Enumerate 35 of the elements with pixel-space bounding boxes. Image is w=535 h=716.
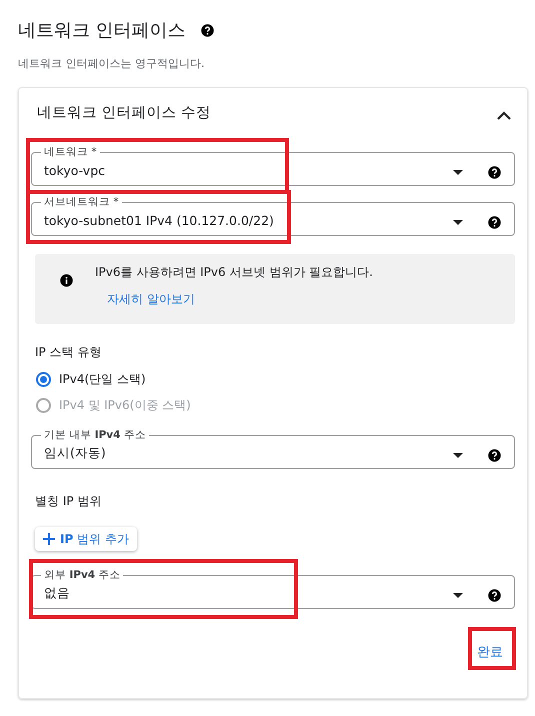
page-title: 네트워크 인터페이스 <box>18 19 186 42</box>
help-icon[interactable] <box>487 588 502 602</box>
dropdown-field[interactable]: 기본 내부 IPv4 주소 임시(자동) <box>31 428 515 469</box>
field-value: tokyo-vpc <box>44 162 106 178</box>
radio-button[interactable] <box>36 372 51 386</box>
dropdown-field[interactable]: 네트워크 * tokyo-vpc <box>31 145 515 186</box>
section-title: 별칭 IP 범위 <box>35 493 102 510</box>
section-title: IP 스택 유형 <box>35 344 102 361</box>
chevron-icon[interactable] <box>497 110 511 120</box>
field-label: 기본 내부 IPv4 주소 <box>43 428 147 442</box>
info-icon <box>59 273 74 288</box>
field-value: tokyo-subnet01 IPv4 (10.127.0.0/22) <box>44 212 275 228</box>
help-icon[interactable] <box>487 448 502 462</box>
dropdown-field[interactable]: 서브네트워크 * tokyo-subnet01 IPv4 (10.127.0.0/22) <box>31 195 515 236</box>
dropdown-field[interactable]: 외부 IPv4 주소 없음 <box>31 568 515 609</box>
add-ip-range-button[interactable]: IP 범위 추가 <box>35 527 137 551</box>
field-label: 서브네트워크 * <box>43 195 120 209</box>
help-icon[interactable] <box>487 214 502 230</box>
field-value: 없음 <box>44 584 71 602</box>
help-icon[interactable] <box>200 22 215 38</box>
radio-option[interactable]: IPv4(단일 스택) <box>36 371 515 387</box>
field-label: 외부 IPv4 주소 <box>43 568 122 582</box>
field-label: 네트워크 * <box>43 145 98 159</box>
learn-more-link[interactable]: 자세히 알아보기 <box>107 291 195 308</box>
help-icon[interactable] <box>487 164 502 180</box>
dropdown-arrow-icon <box>453 592 463 598</box>
dropdown-arrow-icon <box>453 170 463 174</box>
done-button[interactable]: 완료 <box>475 639 505 665</box>
plus-icon <box>43 533 55 545</box>
field-value: 임시(자동) <box>44 444 107 462</box>
page-subtitle: 네트워크 인터페이스는 영구적입니다. <box>18 56 206 71</box>
card-title: 네트워크 인터페이스 수정 <box>37 104 212 122</box>
dropdown-arrow-icon <box>453 452 463 458</box>
dropdown-arrow-icon <box>453 220 463 224</box>
notice-text: IPv6를 사용하려면 IPv6 서브넷 범위가 필요합니다. <box>95 264 373 281</box>
